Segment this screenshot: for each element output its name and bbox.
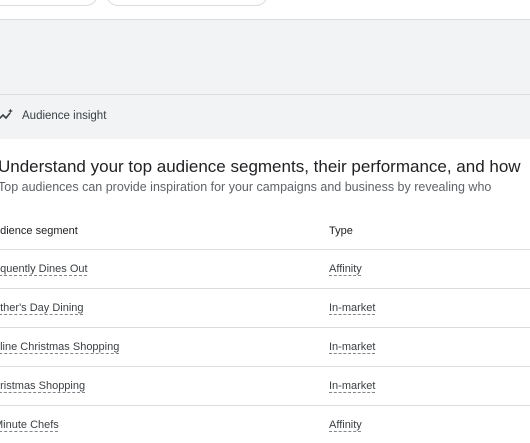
filter-bar bbox=[0, 0, 530, 20]
audience-segment-cell[interactable]: Minute Chefs bbox=[0, 419, 59, 431]
section-headline: Understand your top audience segments, t… bbox=[0, 157, 521, 176]
audience-segment-cell[interactable]: other's Day Dining bbox=[0, 302, 84, 314]
filter-chip[interactable] bbox=[106, 0, 268, 6]
sparkle-trend-icon bbox=[0, 108, 13, 120]
table-header-row: udience segment Type bbox=[0, 214, 530, 250]
column-header-type[interactable]: Type bbox=[329, 225, 353, 237]
audience-segment-cell[interactable]: nline Christmas Shopping bbox=[0, 341, 119, 353]
segment-type-cell[interactable]: In-market bbox=[329, 380, 375, 392]
audience-segments-table: udience segment Type equently Dines Out … bbox=[0, 214, 530, 443]
column-header-audience-segment[interactable]: udience segment bbox=[0, 225, 78, 237]
segment-type-cell[interactable]: Affinity bbox=[329, 263, 362, 275]
audience-segment-cell[interactable]: equently Dines Out bbox=[0, 263, 88, 275]
audience-segments-section: Understand your top audience segments, t… bbox=[0, 139, 530, 443]
segment-type-cell[interactable]: Affinity bbox=[329, 419, 362, 431]
table-row: nline Christmas Shopping In-market bbox=[0, 328, 530, 367]
audience-segment-cell[interactable]: hristmas Shopping bbox=[0, 380, 85, 392]
segment-type-cell[interactable]: In-market bbox=[329, 302, 375, 314]
filter-chip[interactable] bbox=[0, 0, 98, 6]
audience-insight-header: Audience insight bbox=[0, 95, 530, 139]
table-row: Minute Chefs Affinity bbox=[0, 406, 530, 443]
segment-type-cell[interactable]: In-market bbox=[329, 341, 375, 353]
table-row: equently Dines Out Affinity bbox=[0, 250, 530, 289]
audience-insight-label: Audience insight bbox=[22, 110, 107, 122]
table-row: hristmas Shopping In-market bbox=[0, 367, 530, 406]
section-description: Top audiences can provide inspiration fo… bbox=[0, 180, 492, 194]
table-row: other's Day Dining In-market bbox=[0, 289, 530, 328]
